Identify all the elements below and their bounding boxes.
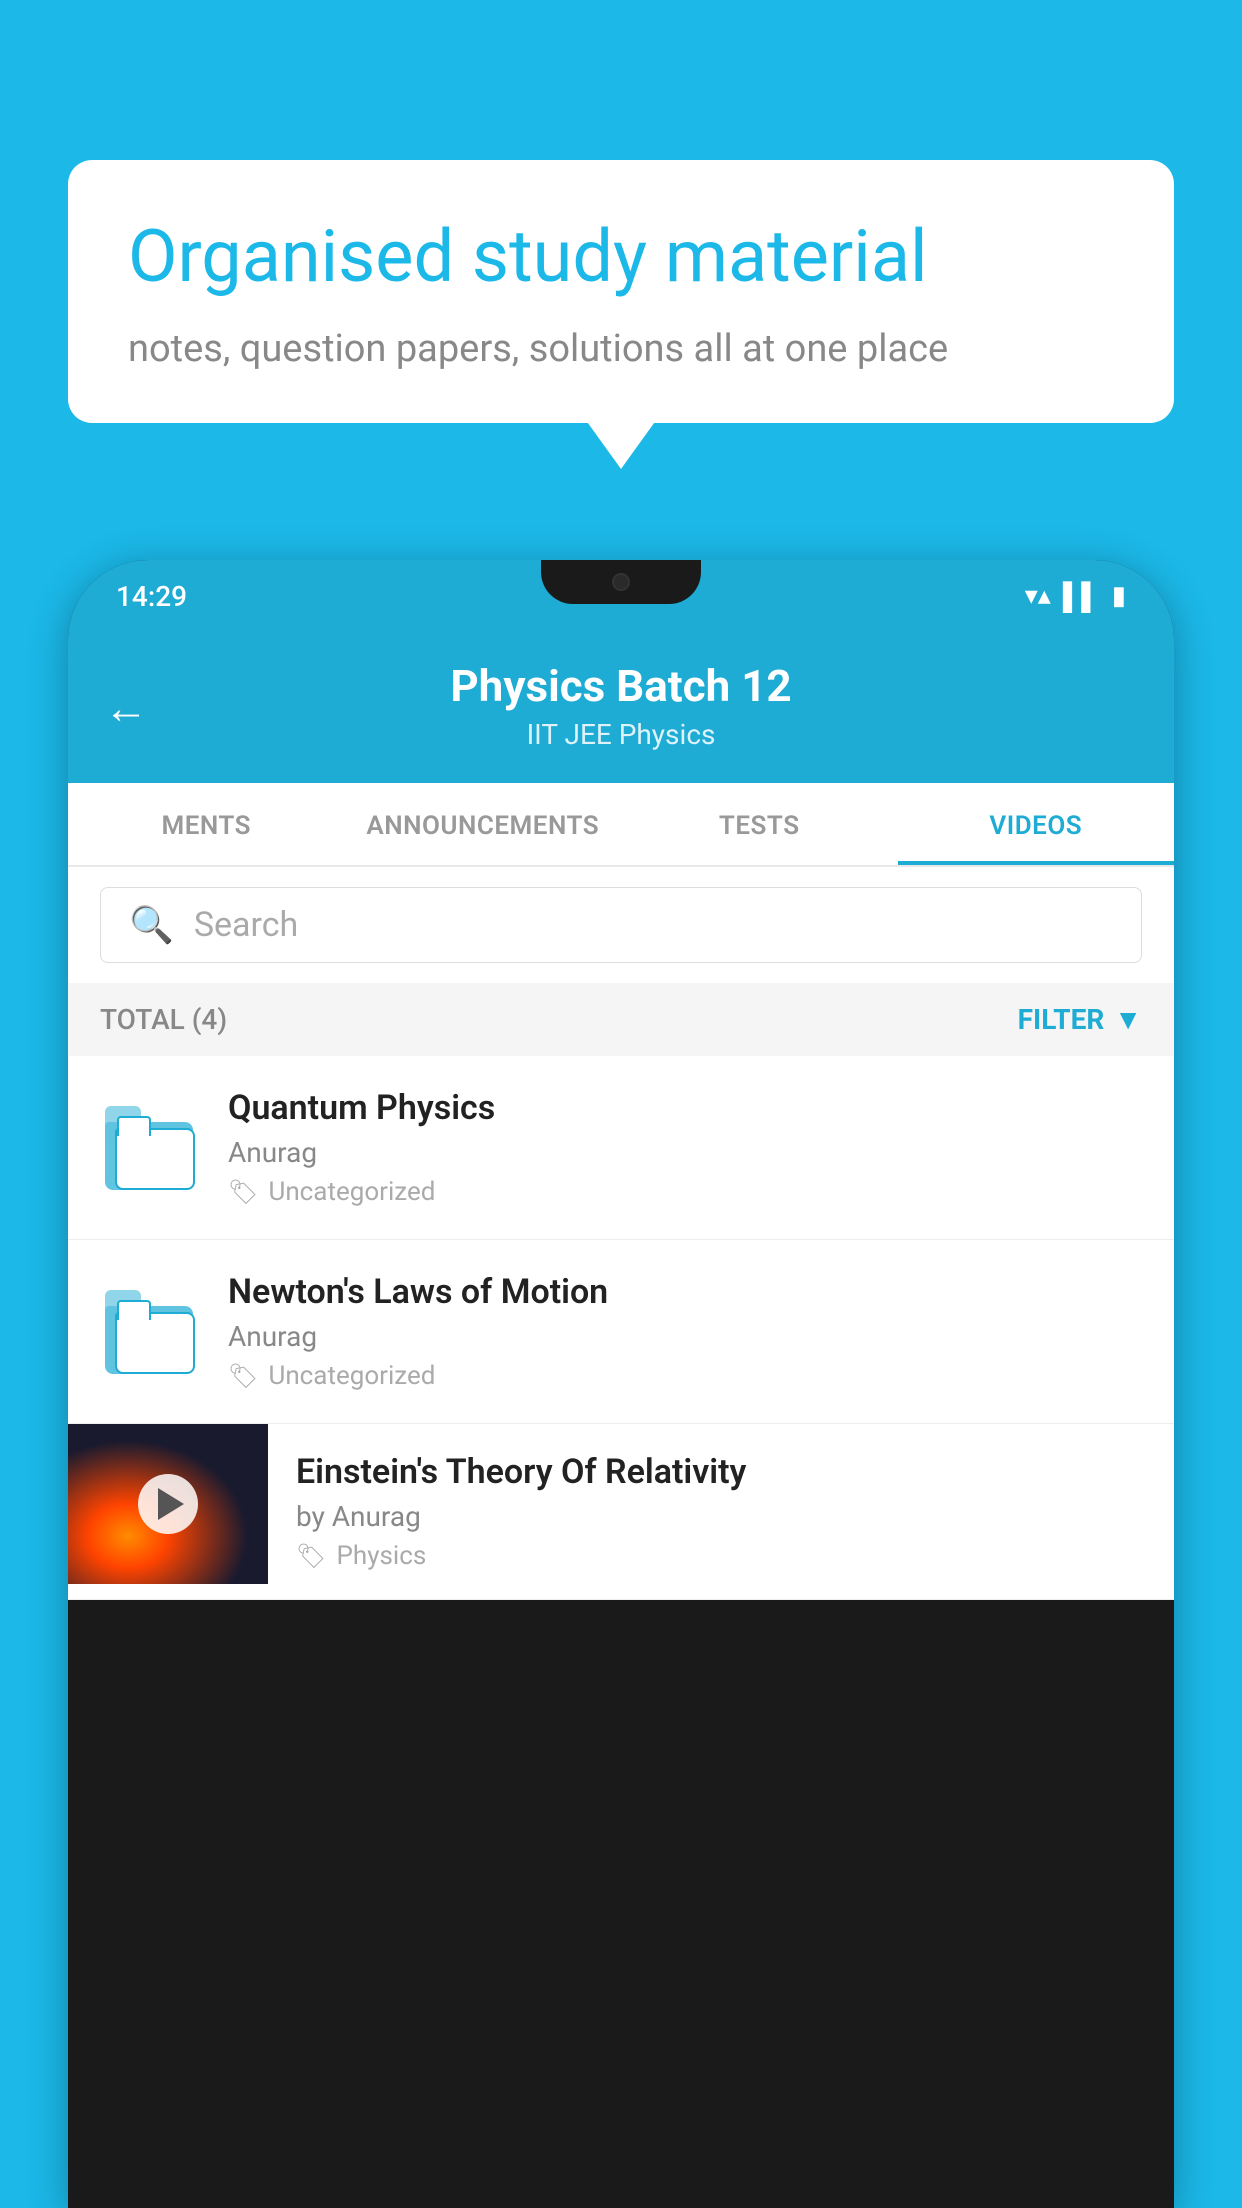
filter-bar: TOTAL (4) FILTER ▼ bbox=[68, 983, 1174, 1056]
play-button[interactable] bbox=[138, 1474, 198, 1534]
battery-icon: ▮ bbox=[1112, 581, 1126, 611]
header-subtitle: IIT JEE Physics bbox=[108, 718, 1134, 751]
item-tag: 🏷 Uncategorized bbox=[228, 1361, 1142, 1391]
tag-icon: 🏷 bbox=[228, 1178, 258, 1206]
tab-videos[interactable]: VIDEOS bbox=[898, 783, 1175, 865]
status-time: 14:29 bbox=[116, 580, 187, 613]
folder-icon-wrap bbox=[100, 1282, 200, 1382]
tabs-bar: MENTS ANNOUNCEMENTS TESTS VIDEOS bbox=[68, 783, 1174, 867]
list-item[interactable]: Quantum Physics Anurag 🏷 Uncategorized bbox=[68, 1056, 1174, 1240]
bubble-title: Organised study material bbox=[128, 216, 1114, 299]
tag-label: Physics bbox=[336, 1541, 426, 1571]
filter-icon: ▼ bbox=[1114, 1003, 1142, 1036]
status-bar: 14:29 ▾▴ ▌▌ ▮ bbox=[68, 560, 1174, 632]
filter-button[interactable]: FILTER ▼ bbox=[1018, 1003, 1142, 1036]
search-icon: 🔍 bbox=[129, 904, 174, 946]
folder-icon-wrap bbox=[100, 1098, 200, 1198]
video-title: Einstein's Theory Of Relativity bbox=[296, 1452, 1146, 1492]
notch bbox=[541, 560, 701, 604]
tab-ments[interactable]: MENTS bbox=[68, 783, 345, 865]
filter-label: FILTER bbox=[1018, 1003, 1105, 1036]
video-thumbnail bbox=[68, 1424, 268, 1584]
video-list-item[interactable]: Einstein's Theory Of Relativity by Anura… bbox=[68, 1424, 1174, 1600]
bubble-subtitle: notes, question papers, solutions all at… bbox=[128, 327, 1114, 371]
tab-tests[interactable]: TESTS bbox=[621, 783, 898, 865]
item-title: Newton's Laws of Motion bbox=[228, 1272, 1142, 1312]
folder-front bbox=[115, 1128, 195, 1190]
tag-label: Uncategorized bbox=[268, 1177, 435, 1207]
search-input[interactable]: Search bbox=[194, 905, 298, 945]
wifi-icon: ▾▴ bbox=[1025, 581, 1051, 611]
folder-icon bbox=[105, 1105, 195, 1190]
app-header: ← Physics Batch 12 IIT JEE Physics bbox=[68, 632, 1174, 783]
back-button[interactable]: ← bbox=[104, 682, 148, 734]
tag-icon: 🏷 bbox=[296, 1542, 326, 1570]
total-count: TOTAL (4) bbox=[100, 1003, 227, 1036]
video-tag: 🏷 Physics bbox=[296, 1541, 1146, 1571]
search-bar: 🔍 Search bbox=[68, 867, 1174, 983]
item-title: Quantum Physics bbox=[228, 1088, 1142, 1128]
play-icon bbox=[158, 1488, 184, 1520]
signal-icon: ▌▌ bbox=[1063, 581, 1100, 612]
tab-announcements[interactable]: ANNOUNCEMENTS bbox=[345, 783, 622, 865]
folder-front bbox=[115, 1312, 195, 1374]
search-input-wrap[interactable]: 🔍 Search bbox=[100, 887, 1142, 963]
tag-label: Uncategorized bbox=[268, 1361, 435, 1391]
item-info: Newton's Laws of Motion Anurag 🏷 Uncateg… bbox=[228, 1272, 1142, 1391]
speech-bubble: Organised study material notes, question… bbox=[68, 160, 1174, 423]
content-area: Quantum Physics Anurag 🏷 Uncategorized N… bbox=[68, 1056, 1174, 1600]
video-info: Einstein's Theory Of Relativity by Anura… bbox=[268, 1424, 1174, 1599]
item-info: Quantum Physics Anurag 🏷 Uncategorized bbox=[228, 1088, 1142, 1207]
folder-icon bbox=[105, 1289, 195, 1374]
phone-frame: 14:29 ▾▴ ▌▌ ▮ ← Physics Batch 12 IIT JEE… bbox=[68, 560, 1174, 2208]
status-icons: ▾▴ ▌▌ ▮ bbox=[1025, 581, 1126, 612]
list-item[interactable]: Newton's Laws of Motion Anurag 🏷 Uncateg… bbox=[68, 1240, 1174, 1424]
header-title: Physics Batch 12 bbox=[108, 660, 1134, 712]
tag-icon: 🏷 bbox=[228, 1362, 258, 1390]
item-author: Anurag bbox=[228, 1320, 1142, 1353]
camera-dot bbox=[612, 573, 630, 591]
video-author: by Anurag bbox=[296, 1500, 1146, 1533]
item-author: Anurag bbox=[228, 1136, 1142, 1169]
item-tag: 🏷 Uncategorized bbox=[228, 1177, 1142, 1207]
